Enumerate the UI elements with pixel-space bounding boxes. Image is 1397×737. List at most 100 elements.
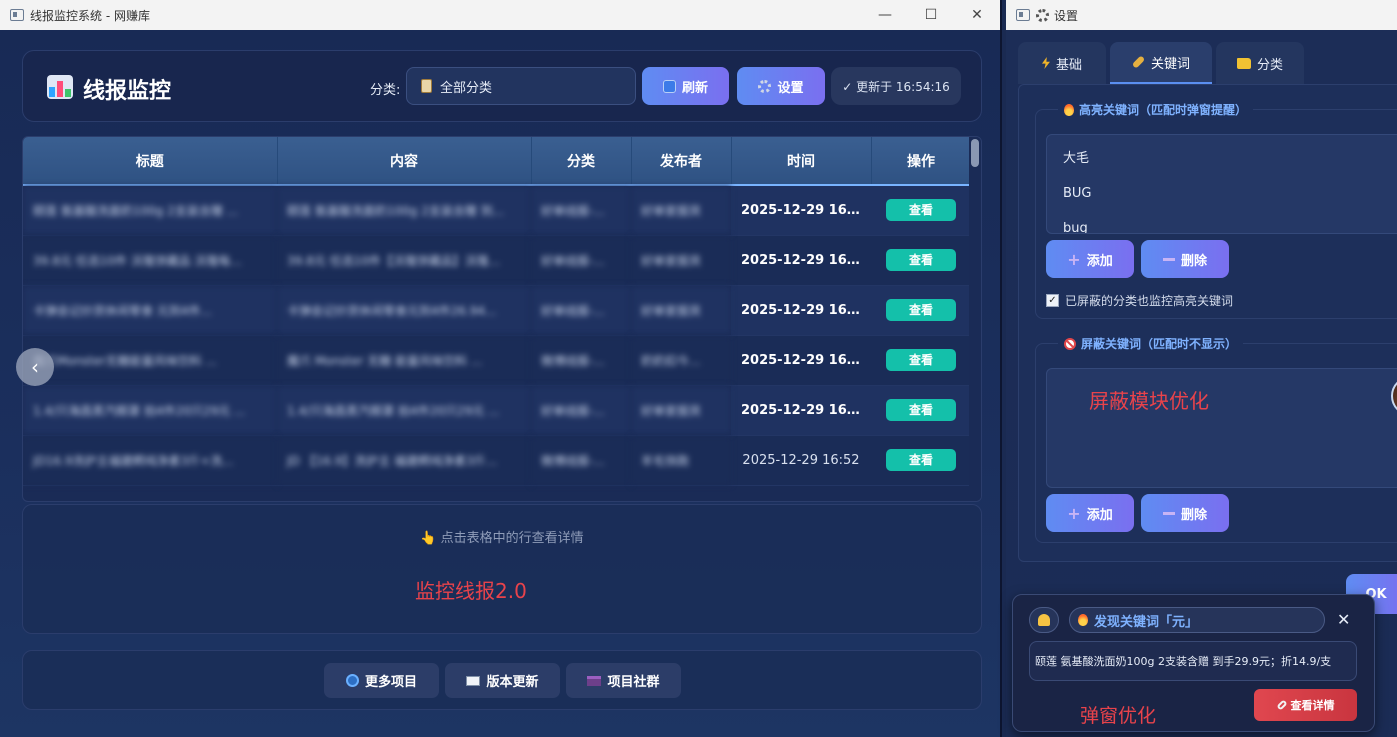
block-annotation: 屏蔽模块优化 bbox=[1089, 389, 1209, 413]
refresh-button[interactable]: 刷新 bbox=[642, 67, 729, 105]
close-button[interactable]: ✕ bbox=[954, 0, 1000, 30]
version-update-button[interactable]: 版本更新 bbox=[445, 663, 560, 698]
cell-time: 2025-12-29 16:54 bbox=[731, 185, 871, 236]
category-select[interactable]: 全部分类 bbox=[406, 67, 636, 105]
view-button[interactable]: 查看 bbox=[886, 249, 956, 271]
highlight-add-label: 添加 bbox=[1086, 253, 1113, 269]
main-window: 线报监控系统 - 网赚库 — ☐ ✕ 线报监控 分类: 全部分类 刷新 设置 ✓… bbox=[0, 0, 1002, 737]
monitor-blocked-categories-row[interactable]: ✓ 已屏蔽的分类也监控高亮关键词 bbox=[1046, 292, 1233, 309]
view-button[interactable]: 查看 bbox=[886, 299, 956, 321]
list-item[interactable]: bug bbox=[1047, 211, 1397, 233]
tab-keywords[interactable]: 关键词 bbox=[1110, 42, 1212, 84]
keyword-alert-popup: 发现关键词「元」 ✕ 颐莲 氨基酸洗面奶100g 2支装含赠 到手29.9元；折… bbox=[1012, 594, 1375, 732]
view-button[interactable]: 查看 bbox=[886, 199, 956, 222]
popup-close-button[interactable]: ✕ bbox=[1337, 610, 1350, 629]
cell-title: 39.8元 任选10件 沃隆饼藏品 沃隆每... bbox=[23, 235, 277, 286]
view-button[interactable]: 查看 bbox=[886, 349, 956, 371]
column-header-time[interactable]: 时间 bbox=[731, 137, 872, 186]
cell-title: 颐莲 氨基酸洗面奶100g 2支装含赠 ... bbox=[23, 185, 277, 236]
settings-button[interactable]: 设置 bbox=[737, 67, 825, 105]
column-header-publisher[interactable]: 发布者 bbox=[631, 137, 732, 186]
fire-icon bbox=[1078, 614, 1088, 626]
highlight-delete-button[interactable]: 删除 bbox=[1141, 240, 1229, 278]
app-title: 线报监控 bbox=[83, 79, 172, 104]
list-item[interactable]: 大毛 bbox=[1047, 141, 1397, 176]
monitor-blocked-checkbox[interactable]: ✓ bbox=[1046, 294, 1059, 307]
cell-title: JD16.9洗护主福建鳄纯净素3斤+洗... bbox=[23, 435, 277, 486]
column-header-category[interactable]: 分类 bbox=[531, 137, 632, 186]
view-button[interactable]: 查看 bbox=[886, 449, 956, 471]
tab-basic[interactable]: 基础 bbox=[1018, 42, 1106, 84]
cell-time: 2025-12-29 16:53 bbox=[731, 235, 871, 286]
bell-icon bbox=[1038, 614, 1050, 626]
folder-icon bbox=[1236, 57, 1251, 69]
table-scrollbar-thumb[interactable] bbox=[971, 139, 979, 167]
tab-category[interactable]: 分类 bbox=[1216, 42, 1304, 84]
block-add-button[interactable]: + 添加 bbox=[1046, 494, 1134, 532]
highlight-keyword-list[interactable]: 大毛 BUG bug bbox=[1046, 134, 1397, 234]
cell-category: 微博线报-... bbox=[531, 435, 631, 486]
cell-content: 卡弹会记炒货休闲零食元到4件26.94... bbox=[277, 285, 531, 336]
table-row[interactable]: 39.8元 任选10件 沃隆饼藏品 沃隆每... 39.8元 任选10件【沃隆饼… bbox=[23, 235, 971, 286]
block-add-label: 添加 bbox=[1086, 507, 1113, 523]
minimize-button[interactable]: — bbox=[862, 0, 908, 30]
main-body: 线报监控 分类: 全部分类 刷新 设置 ✓ 更新于 16:54:16 标题 内容… bbox=[0, 30, 1000, 737]
detail-panel: 👆 点击表格中的行查看详情 监控线报2.0 bbox=[22, 504, 982, 634]
block-keyword-list[interactable]: 屏蔽模块优化 bbox=[1046, 368, 1397, 488]
table-panel: 标题 内容 分类 发布者 时间 操作 颐莲 氨基酸洗面奶100g 2支装含赠 .… bbox=[22, 136, 982, 502]
community-icon bbox=[587, 675, 602, 686]
cell-action: 查看 bbox=[871, 285, 971, 336]
settings-label: 设置 bbox=[777, 80, 804, 96]
table-row[interactable]: 魔爪Monster无糖能量风味饮料 ... 魔爪 Monster 无糖 能量风味… bbox=[23, 335, 971, 386]
more-projects-button[interactable]: 更多项目 bbox=[324, 663, 439, 698]
cell-action: 查看 bbox=[871, 385, 971, 436]
highlight-add-button[interactable]: + 添加 bbox=[1046, 240, 1134, 278]
maximize-button[interactable]: ☐ bbox=[908, 0, 954, 30]
cell-action: 查看 bbox=[871, 335, 971, 386]
block-delete-button[interactable]: 删除 bbox=[1141, 494, 1229, 532]
list-item[interactable]: BUG bbox=[1047, 176, 1397, 211]
highlight-group-title: 高亮关键词（匹配时弹窗提醒） bbox=[1058, 101, 1254, 118]
bar-chart-logo-icon bbox=[47, 75, 73, 99]
updated-status: ✓ 更新于 16:54:16 bbox=[831, 67, 961, 105]
table-scrollbar[interactable] bbox=[969, 137, 981, 501]
column-header-content[interactable]: 内容 bbox=[277, 137, 532, 186]
table-row[interactable]: JD16.9洗护主福建鳄纯净素3斤+洗... JD 【16.9】洗护主 福建鳄纯… bbox=[23, 435, 971, 486]
gear-icon bbox=[758, 79, 772, 93]
category-select-value: 全部分类 bbox=[440, 80, 493, 96]
cell-category: 微博线报-... bbox=[531, 335, 631, 386]
header-panel: 线报监控 分类: 全部分类 刷新 设置 ✓ 更新于 16:54:16 bbox=[22, 50, 982, 122]
assistant-avatar[interactable] bbox=[1391, 376, 1397, 416]
refresh-icon bbox=[662, 79, 676, 93]
table-row[interactable]: 卡弹会记炒货休闲零食 元到4件... 卡弹会记炒货休闲零食元到4件26.94..… bbox=[23, 285, 971, 336]
popup-title: 发现关键词「元」 bbox=[1069, 607, 1325, 633]
lightning-icon bbox=[1041, 57, 1050, 69]
view-button[interactable]: 查看 bbox=[886, 399, 956, 421]
cell-time: 2025-12-29 16:52 bbox=[731, 385, 871, 436]
table-header-row: 标题 内容 分类 发布者 时间 操作 bbox=[23, 137, 972, 186]
more-projects-label: 更多项目 bbox=[364, 675, 417, 690]
cell-time: 2025-12-29 16:52 bbox=[731, 435, 871, 486]
column-header-title[interactable]: 标题 bbox=[23, 137, 278, 186]
bell-badge bbox=[1029, 607, 1059, 633]
key-icon bbox=[1131, 55, 1146, 69]
version-update-label: 版本更新 bbox=[486, 675, 539, 690]
popup-content: 颐莲 氨基酸洗面奶100g 2支装含赠 到手29.9元；折14.9/支 bbox=[1029, 641, 1357, 681]
cell-category: 好单线报-... bbox=[531, 235, 631, 286]
popup-annotation: 弹窗优化 bbox=[1080, 705, 1157, 727]
popup-view-details-button[interactable]: 查看详情 bbox=[1254, 689, 1357, 721]
keywords-tab-content: 高亮关键词（匹配时弹窗提醒） 大毛 BUG bug + 添加 删除 ✓ 已屏蔽的… bbox=[1018, 84, 1397, 562]
block-delete-label: 删除 bbox=[1180, 507, 1207, 523]
table-row[interactable]: 颐莲 氨基酸洗面奶100g 2支装含赠 ... 颐莲 氨基酸洗面奶100g 2支… bbox=[23, 185, 971, 236]
table-row[interactable]: 1.4/只海昌蒸汽眼罩 拍4件20只29元 ... 1.4/只海昌蒸汽眼罩 拍4… bbox=[23, 385, 971, 436]
chevron-left-icon[interactable]: ‹ bbox=[16, 348, 54, 386]
cell-category: 好单线报-... bbox=[531, 385, 631, 436]
highlight-delete-label: 删除 bbox=[1180, 253, 1207, 269]
column-header-action[interactable]: 操作 bbox=[871, 137, 972, 186]
link-icon bbox=[1275, 699, 1288, 711]
detail-hint: 👆 点击表格中的行查看详情 bbox=[420, 531, 584, 546]
community-button[interactable]: 项目社群 bbox=[566, 663, 681, 698]
data-table: 标题 内容 分类 发布者 时间 操作 颐莲 氨基酸洗面奶100g 2支装含赠 .… bbox=[23, 137, 972, 486]
cell-action: 查看 bbox=[871, 185, 971, 236]
plus-icon: + bbox=[1067, 503, 1081, 523]
